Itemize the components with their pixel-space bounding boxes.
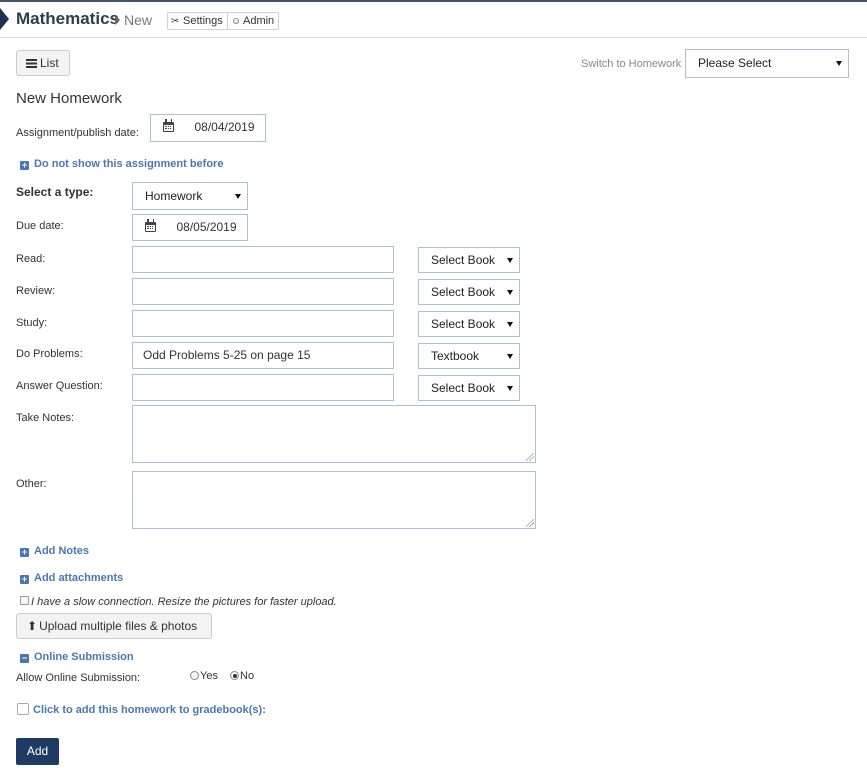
review-label: Review:	[16, 285, 56, 297]
review-book-value: Select Book	[431, 285, 496, 299]
switch-homework-label: Switch to Homework	[581, 58, 682, 70]
hide-before-link[interactable]: + Do not show this assignment before	[20, 158, 223, 170]
hide-before-label: Do not show this assignment before	[34, 158, 224, 170]
upload-label: Upload multiple files & photos	[39, 619, 198, 633]
study-book-select[interactable]: Select Book	[418, 311, 520, 337]
dropdown-arrow-icon	[235, 194, 241, 199]
study-book-value: Select Book	[431, 317, 496, 331]
online-no-radio[interactable]	[230, 671, 239, 680]
calendar-icon	[145, 219, 156, 232]
switch-homework-select[interactable]: Please Select	[685, 49, 849, 78]
dropdown-arrow-icon	[836, 61, 842, 66]
read-label: Read:	[16, 253, 46, 265]
online-yes-radio[interactable]	[190, 671, 199, 680]
upload-icon: ⬆	[27, 619, 38, 633]
answer-question-label: Answer Question:	[16, 380, 103, 392]
publish-calendar-button[interactable]	[150, 114, 185, 142]
resize-grip-icon[interactable]	[526, 453, 534, 461]
slow-connection-checkbox[interactable]	[20, 596, 29, 605]
breadcrumb-current: New	[124, 12, 153, 28]
type-select[interactable]: Homework	[132, 182, 248, 210]
do-problems-input[interactable]: Odd Problems 5-25 on page 15	[132, 342, 394, 369]
page-header: Mathematics New ✂ Settings ☺ Admin	[0, 2, 867, 38]
study-label: Study:	[16, 317, 48, 329]
do-problems-book-select[interactable]: Textbook	[418, 343, 520, 369]
add-notes-label: Add Notes	[34, 545, 89, 557]
add-notes-link[interactable]: + Add Notes	[20, 545, 89, 557]
add-attachments-label: Add attachments	[34, 572, 124, 584]
take-notes-label: Take Notes:	[16, 412, 75, 424]
due-date-label: Due date:	[16, 220, 64, 232]
resize-grip-icon[interactable]	[526, 519, 534, 527]
minus-square-icon: −	[20, 653, 29, 663]
study-input[interactable]	[132, 310, 394, 337]
settings-label: Settings	[183, 15, 223, 27]
list-button[interactable]: List	[16, 50, 70, 76]
review-input[interactable]	[132, 278, 394, 305]
list-icon	[26, 59, 37, 68]
plus-square-icon: +	[20, 574, 29, 584]
slow-connection-label: I have a slow connection. Resize the pic…	[31, 596, 337, 608]
dropdown-arrow-icon	[507, 290, 513, 295]
do-problems-label: Do Problems:	[16, 348, 83, 360]
breadcrumb-caret-icon	[115, 15, 120, 25]
take-notes-textarea[interactable]	[132, 405, 536, 463]
online-yes-label: Yes	[200, 670, 218, 682]
other-textarea[interactable]	[132, 471, 536, 529]
publish-date-label: Assignment/publish date:	[16, 127, 139, 139]
switch-homework-value: Please Select	[698, 56, 772, 70]
gradebook-link[interactable]: Click to add this homework to gradebook(…	[33, 704, 266, 716]
upload-files-button[interactable]: ⬆ Upload multiple files & photos	[16, 613, 212, 639]
dropdown-arrow-icon	[507, 354, 513, 359]
review-book-select[interactable]: Select Book	[418, 279, 520, 305]
online-submission-link[interactable]: − Online Submission	[20, 651, 134, 663]
type-label: Select a type:	[16, 185, 94, 199]
type-value: Homework	[145, 189, 203, 203]
due-calendar-button[interactable]	[132, 214, 167, 241]
tools-icon: ✂	[171, 16, 180, 27]
admin-button[interactable]: ☺ Admin	[227, 12, 280, 30]
admin-label: Admin	[243, 15, 275, 27]
read-book-select[interactable]: Select Book	[418, 247, 520, 273]
dropdown-arrow-icon	[507, 258, 513, 263]
plus-square-icon: +	[20, 547, 29, 557]
answer-question-book-select[interactable]: Select Book	[418, 375, 520, 401]
online-no-label: No	[240, 670, 255, 682]
dropdown-arrow-icon	[507, 322, 513, 327]
allow-online-label: Allow Online Submission:	[16, 672, 141, 684]
gradebook-checkbox[interactable]	[17, 703, 29, 715]
answer-question-input[interactable]	[132, 374, 394, 401]
answer-question-book-value: Select Book	[431, 381, 496, 395]
due-date-input[interactable]: 08/05/2019	[166, 214, 248, 241]
page-title: Mathematics	[16, 9, 119, 28]
user-icon: ☺	[231, 16, 242, 27]
calendar-icon	[163, 119, 174, 132]
plus-square-icon: +	[20, 160, 29, 170]
read-book-value: Select Book	[431, 253, 496, 267]
settings-button[interactable]: ✂ Settings	[167, 12, 228, 30]
form-title: New Homework	[16, 90, 122, 107]
do-problems-book-value: Textbook	[431, 349, 480, 363]
read-input[interactable]	[132, 246, 394, 273]
add-attachments-link[interactable]: + Add attachments	[20, 572, 123, 584]
header-arrow-icon	[0, 8, 9, 30]
publish-date-input[interactable]: 08/04/2019	[184, 114, 266, 142]
online-submission-label: Online Submission	[34, 651, 134, 663]
list-label: List	[40, 56, 59, 70]
add-button[interactable]: Add	[16, 738, 59, 765]
other-label: Other:	[16, 478, 47, 490]
dropdown-arrow-icon	[507, 386, 513, 391]
